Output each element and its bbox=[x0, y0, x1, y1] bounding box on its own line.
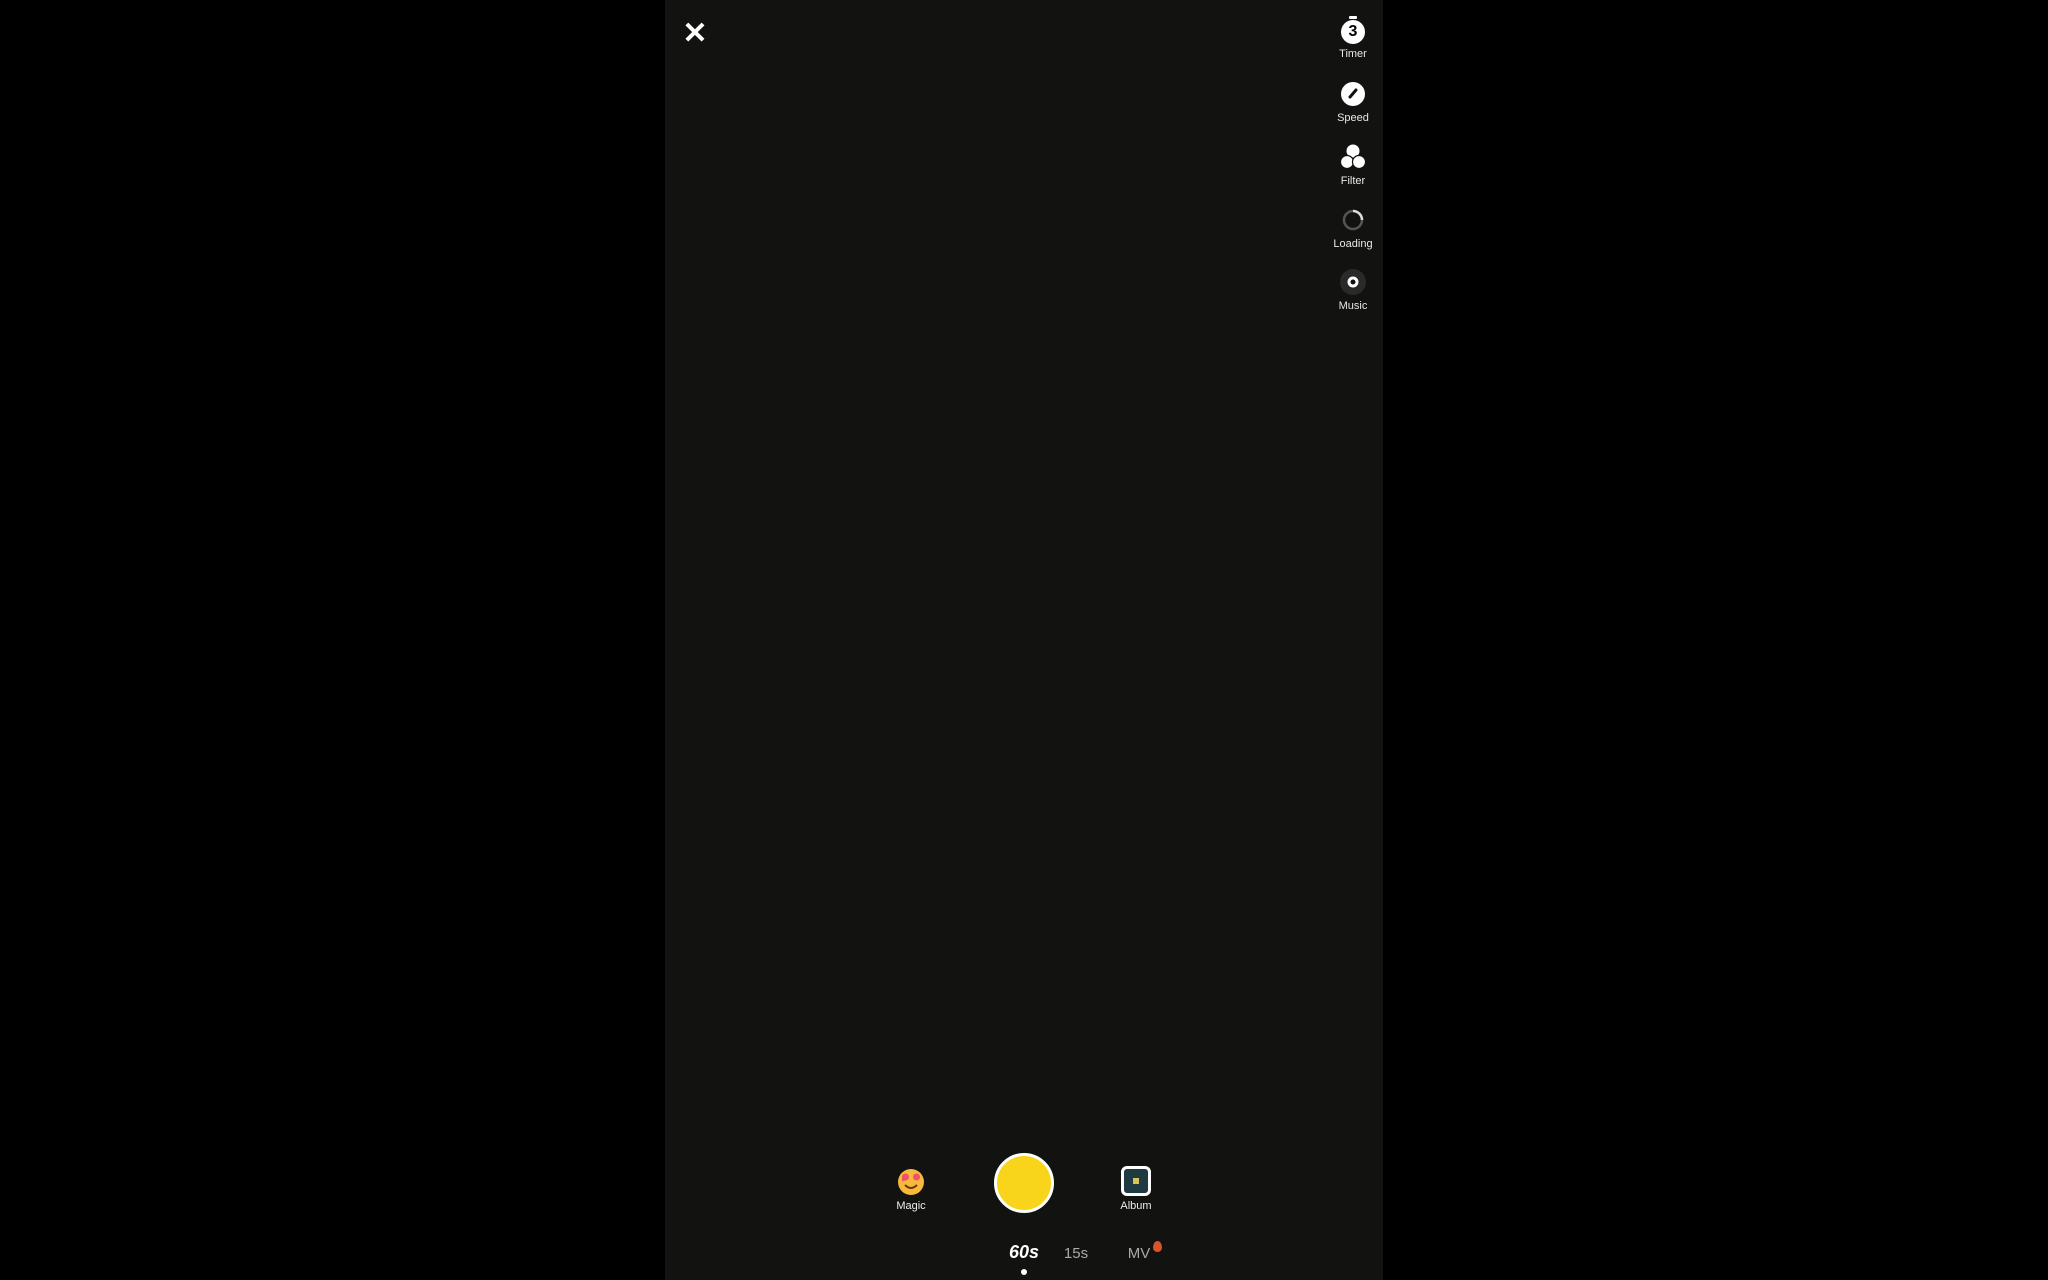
album-thumbnail-icon bbox=[1121, 1166, 1151, 1196]
loading-label: Loading bbox=[1333, 238, 1373, 250]
mode-tab-mv[interactable]: MV bbox=[1128, 1245, 1151, 1262]
record-shutter-button[interactable] bbox=[994, 1153, 1054, 1213]
speed-button[interactable]: Speed bbox=[1323, 80, 1383, 124]
magic-button[interactable]: Magic bbox=[876, 1166, 946, 1212]
filter-button[interactable]: Filter bbox=[1323, 143, 1383, 187]
album-label: Album bbox=[1120, 1200, 1152, 1212]
speedometer-icon bbox=[1339, 80, 1367, 108]
fire-icon bbox=[1153, 1241, 1162, 1252]
music-label: Music bbox=[1338, 300, 1368, 312]
selected-mode-indicator bbox=[1021, 1269, 1027, 1275]
close-icon: ✕ bbox=[682, 17, 708, 50]
album-button[interactable]: Album bbox=[1101, 1166, 1171, 1212]
timer-label: Timer bbox=[1339, 48, 1367, 60]
heart-eyes-emoji-icon bbox=[896, 1166, 926, 1196]
mode-tab-15s[interactable]: 15s bbox=[1064, 1245, 1088, 1262]
loading-button[interactable]: Loading bbox=[1323, 206, 1383, 250]
filter-label: Filter bbox=[1340, 175, 1366, 187]
music-button[interactable]: Music bbox=[1323, 268, 1383, 312]
camera-viewfinder bbox=[665, 0, 1383, 1280]
close-button[interactable]: ✕ bbox=[681, 17, 709, 50]
music-disc-icon bbox=[1339, 268, 1367, 296]
loading-spinner-icon bbox=[1339, 206, 1367, 234]
filter-icon bbox=[1339, 143, 1367, 171]
timer-button[interactable]: 3 Timer bbox=[1323, 16, 1383, 60]
mode-tab-60s[interactable]: 60s bbox=[1009, 1242, 1039, 1263]
magic-label: Magic bbox=[896, 1200, 926, 1212]
mode-tab-mv-label: MV bbox=[1127, 1245, 1151, 1262]
timer-icon: 3 bbox=[1339, 16, 1367, 44]
speed-label: Speed bbox=[1337, 112, 1369, 124]
